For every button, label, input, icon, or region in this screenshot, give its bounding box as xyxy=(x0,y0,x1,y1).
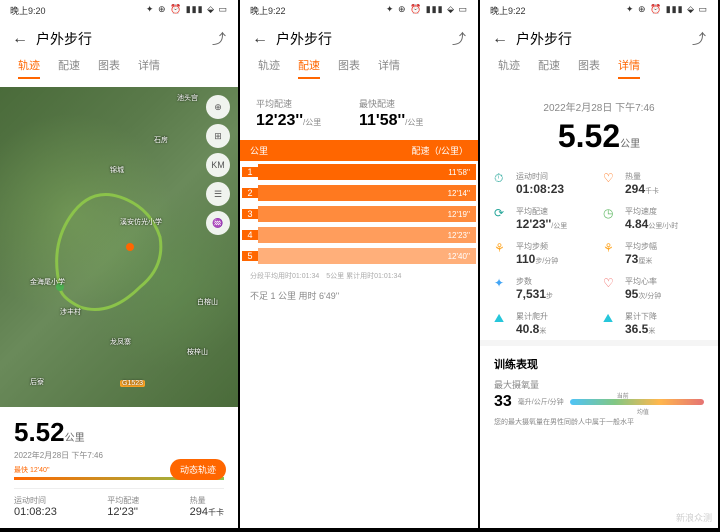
share-icon[interactable]: ⤴ xyxy=(212,29,226,49)
tab-track[interactable]: 轨迹 xyxy=(258,57,280,79)
map-poi: 后寮 xyxy=(30,377,44,387)
pace-row: 412'23'' xyxy=(240,225,478,245)
stat-icon: ⚘ xyxy=(494,241,510,266)
training-section: 训练表现 最大摄氧量 33 毫升/公斤/分钟 当前 均值 您的最大摄氧量在男性同… xyxy=(480,340,718,437)
dynamic-track-button[interactable]: 动态轨迹 xyxy=(170,459,226,480)
summary-card: 动态轨迹 5.52公里 2022年2月28日 下午7:46 最快 12'40''… xyxy=(0,407,238,528)
share-icon[interactable]: ⤴ xyxy=(692,29,706,49)
stat-icon: ⏱ xyxy=(494,171,510,196)
map-poi: 桉梓山 xyxy=(187,347,208,357)
tabs: 轨迹 配速 图表 详情 xyxy=(0,57,238,87)
stat-icon: ♡ xyxy=(603,171,619,196)
tab-pace[interactable]: 配速 xyxy=(298,57,320,79)
stats-grid: ⏱运动时间01:08:23 ♡热量294千卡 ⟳平均配速12'23''/公里 ◷平均速… xyxy=(480,167,718,340)
stat-icon: ♡ xyxy=(603,276,619,301)
pace-remainder: 不足 1 公里 用时 6'49'' xyxy=(240,285,478,306)
tab-chart[interactable]: 图表 xyxy=(578,57,600,79)
stat-item: ⟳平均配速12'23''/公里 xyxy=(494,206,595,231)
stat-icon: ⚘ xyxy=(603,241,619,266)
stat-item: ⚘平均步频110步/分钟 xyxy=(494,241,595,266)
tab-chart[interactable]: 图表 xyxy=(98,57,120,79)
map-poi: 锦城 xyxy=(110,165,124,175)
stat-icon: ◷ xyxy=(603,206,619,231)
status-bar: 晚上9:22✦ ⊕ ⏰ ▮▮▮ ⬙ ▭ xyxy=(480,0,718,21)
header: ← 户外步行 ⤴ xyxy=(240,21,478,57)
tab-detail[interactable]: 详情 xyxy=(378,57,400,79)
tabs: 轨迹 配速 图表 详情 xyxy=(480,57,718,87)
pace-note: 分段平均用时01:01:34 5公里 累计用时01:01:34 xyxy=(240,267,478,285)
map-poi: 涉丰村 xyxy=(60,307,81,317)
watermark: 新浪众测 xyxy=(676,511,712,524)
map-poi: 溪安仿光小学 xyxy=(120,217,162,227)
vo2-bar: 当前 均值 xyxy=(570,399,704,405)
detail-summary: 2022年2月28日 下午7:46 5.52公里 xyxy=(480,87,718,167)
stat-item: ⛰累计爬升40.8米 xyxy=(494,311,595,336)
page-title: 户外步行 xyxy=(516,29,684,49)
pace-summary: 平均配速12'23''/公里 最快配速11'58''/公里 xyxy=(240,87,478,140)
stat-icon: ⛰ xyxy=(494,311,510,336)
stat-item: ⏱运动时间01:08:23 xyxy=(494,171,595,196)
distance-value: 5.52 xyxy=(14,417,65,447)
stat-item: ⛰累计下降36.5米 xyxy=(603,311,704,336)
back-icon[interactable]: ← xyxy=(12,30,28,48)
stat-icon: ⟳ xyxy=(494,206,510,231)
tab-pace[interactable]: 配速 xyxy=(538,57,560,79)
map-poi: 龙凤寨 xyxy=(110,337,131,347)
map-poi: 白榕山 xyxy=(197,297,218,307)
pace-row: 312'19'' xyxy=(240,204,478,224)
stat-item: ✦步数7,531步 xyxy=(494,276,595,301)
status-bar: 晚上9:20✦ ⊕ ⏰ ▮▮▮ ⬙ ▭ xyxy=(0,0,238,21)
map-type-icon[interactable]: ⊞ xyxy=(206,124,230,148)
tab-track[interactable]: 轨迹 xyxy=(498,57,520,79)
stat-item: ⚘平均步幅73厘米 xyxy=(603,241,704,266)
map-road: G1523 xyxy=(120,380,145,387)
tab-detail[interactable]: 详情 xyxy=(618,57,640,79)
screen-track: 晚上9:20✦ ⊕ ⏰ ▮▮▮ ⬙ ▭ ← 户外步行 ⤴ 轨迹 配速 图表 详情… xyxy=(0,0,238,528)
map-locate-icon[interactable]: ⊕ xyxy=(206,95,230,119)
map-poi: 石房 xyxy=(154,135,168,145)
map-poi: 金海尾小学 xyxy=(30,277,65,287)
share-icon[interactable]: ⤴ xyxy=(452,29,466,49)
status-bar: 晚上9:22✦ ⊕ ⏰ ▮▮▮ ⬙ ▭ xyxy=(240,0,478,21)
map-layers-icon[interactable]: ☰ xyxy=(206,182,230,206)
screen-pace: 晚上9:22✦ ⊕ ⏰ ▮▮▮ ⬙ ▭ ← 户外步行 ⤴ 轨迹 配速 图表 详情… xyxy=(240,0,478,528)
pace-row: 111'58'' xyxy=(240,162,478,182)
map-route-icon[interactable]: ♒ xyxy=(206,211,230,235)
pace-row: 512'40'' xyxy=(240,246,478,266)
back-icon[interactable]: ← xyxy=(492,30,508,48)
map-view[interactable]: 池头宫 石房 锦城 溪安仿光小学 金海尾小学 涉丰村 龙凤寨 后寮 桉梓山 白榕… xyxy=(0,87,238,407)
map-poi: 池头宫 xyxy=(177,93,198,103)
stat-item: ♡热量294千卡 xyxy=(603,171,704,196)
tabs: 轨迹 配速 图表 详情 xyxy=(240,57,478,87)
stat-icon: ⛰ xyxy=(603,311,619,336)
map-km-icon[interactable]: KM xyxy=(206,153,230,177)
vo2-value: 33 xyxy=(494,393,512,411)
header: ← 户外步行 ⤴ xyxy=(480,21,718,57)
tab-pace[interactable]: 配速 xyxy=(58,57,80,79)
stat-item: ◷平均速度4.84公里/小时 xyxy=(603,206,704,231)
screen-detail: 晚上9:22✦ ⊕ ⏰ ▮▮▮ ⬙ ▭ ← 户外步行 ⤴ 轨迹 配速 图表 详情… xyxy=(480,0,718,528)
tab-detail[interactable]: 详情 xyxy=(138,57,160,79)
pace-row: 212'14'' xyxy=(240,183,478,203)
tab-track[interactable]: 轨迹 xyxy=(18,57,40,79)
header: ← 户外步行 ⤴ xyxy=(0,21,238,57)
page-title: 户外步行 xyxy=(36,29,204,49)
stat-item: ♡平均心率95次/分钟 xyxy=(603,276,704,301)
pace-rows: 111'58''212'14''312'19''412'23''512'40'' xyxy=(240,161,478,267)
stat-icon: ✦ xyxy=(494,276,510,301)
back-icon[interactable]: ← xyxy=(252,30,268,48)
pace-table-header: 公里配速（/公里） xyxy=(240,140,478,161)
page-title: 户外步行 xyxy=(276,29,444,49)
tab-chart[interactable]: 图表 xyxy=(338,57,360,79)
